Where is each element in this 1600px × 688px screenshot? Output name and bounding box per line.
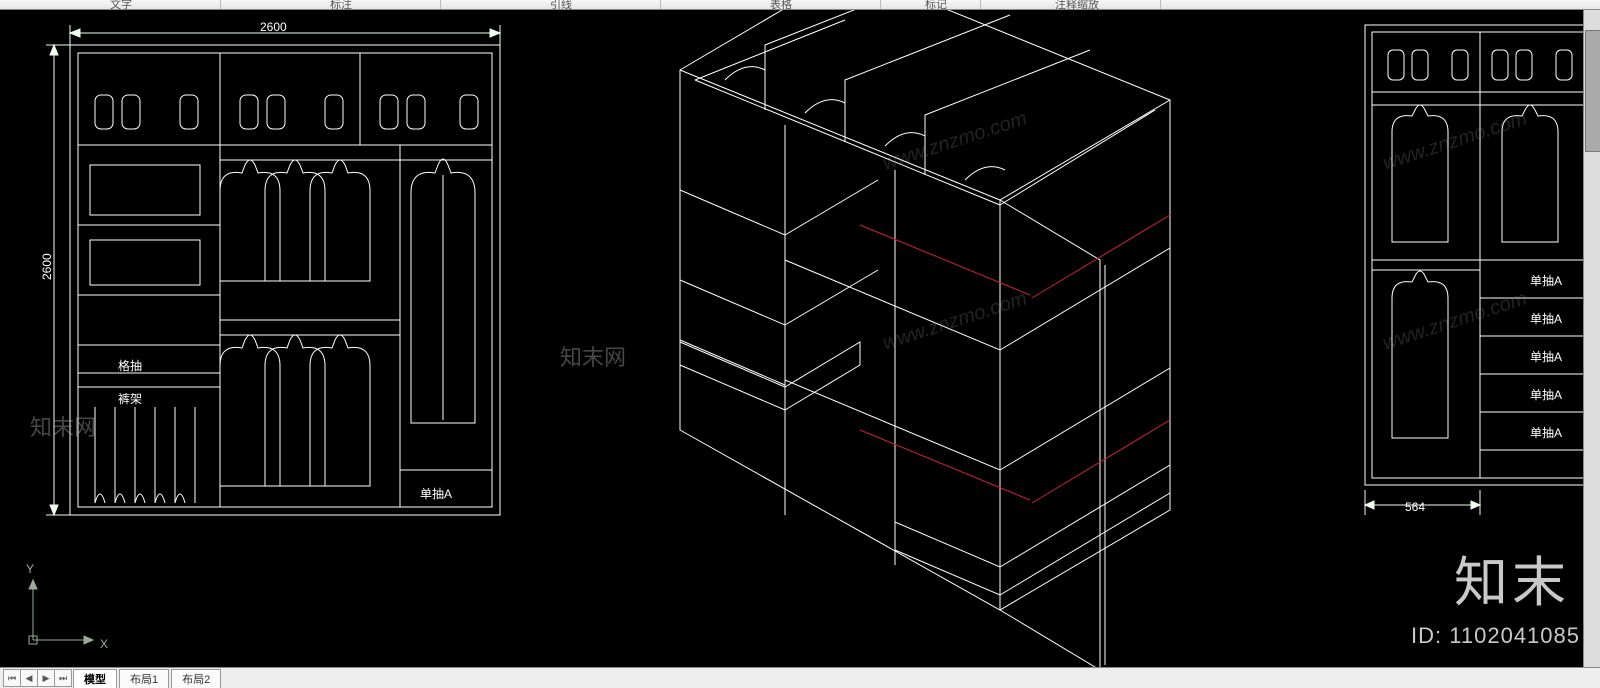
label-drawer-a-3: 单抽A	[1530, 348, 1562, 365]
layout-tab-bar: ⏮ ◀ ▶ ⏭ 模型 布局1 布局2	[0, 667, 1600, 688]
dim-height-2600: 2600	[40, 253, 54, 280]
wardrobe-isometric	[560, 10, 1260, 670]
label-drawer-a-4: 单抽A	[1530, 386, 1562, 403]
tab-layout1[interactable]: 布局1	[119, 669, 169, 688]
tab-nav-first-icon[interactable]: ⏮	[3, 669, 21, 687]
ribbon-sep	[880, 0, 881, 9]
wardrobe-front-elevation	[40, 15, 530, 555]
ucs-x-label: X	[100, 637, 108, 651]
ribbon-sep	[980, 0, 981, 9]
tab-nav-next-icon[interactable]: ▶	[37, 669, 55, 687]
vertical-scroll-thumb[interactable]	[1585, 30, 1600, 152]
ribbon-sep	[660, 0, 661, 9]
tab-layout2[interactable]: 布局2	[171, 669, 221, 688]
image-id: ID: 1102041085	[1411, 623, 1580, 649]
vertical-scrollbar[interactable]	[1583, 10, 1600, 667]
label-pants-rack: 裤架	[118, 390, 142, 407]
tab-nav-buttons: ⏮ ◀ ▶ ⏭	[3, 669, 71, 687]
wardrobe-right-elevation	[1360, 20, 1600, 540]
ribbon-sep	[440, 0, 441, 9]
label-drawer-a-1: 单抽A	[1530, 272, 1562, 289]
ucs-icon	[18, 565, 108, 655]
ribbon-sep	[1160, 0, 1161, 9]
label-drawer-a-2: 单抽A	[1530, 310, 1562, 327]
tab-nav-prev-icon[interactable]: ◀	[20, 669, 38, 687]
label-grid-drawer: 格抽	[118, 357, 142, 374]
ribbon-bottom-row: 文字 标注 引线 表格 标记 注释缩放	[0, 0, 1600, 10]
label-drawer-a-5: 单抽A	[1530, 424, 1562, 441]
ribbon-sep	[220, 0, 221, 9]
tab-model[interactable]: 模型	[73, 669, 117, 688]
dim-width-2600: 2600	[260, 20, 287, 34]
model-space[interactable]: 2600 2600 格抽 裤架 单抽A	[0, 10, 1600, 667]
brand-logo-text: 知末	[1454, 538, 1570, 617]
ucs-y-label: Y	[26, 562, 34, 576]
tab-nav-last-icon[interactable]: ⏭	[54, 669, 72, 687]
label-drawer-a-front: 单抽A	[420, 485, 452, 502]
dim-width-564: 564	[1405, 500, 1425, 514]
